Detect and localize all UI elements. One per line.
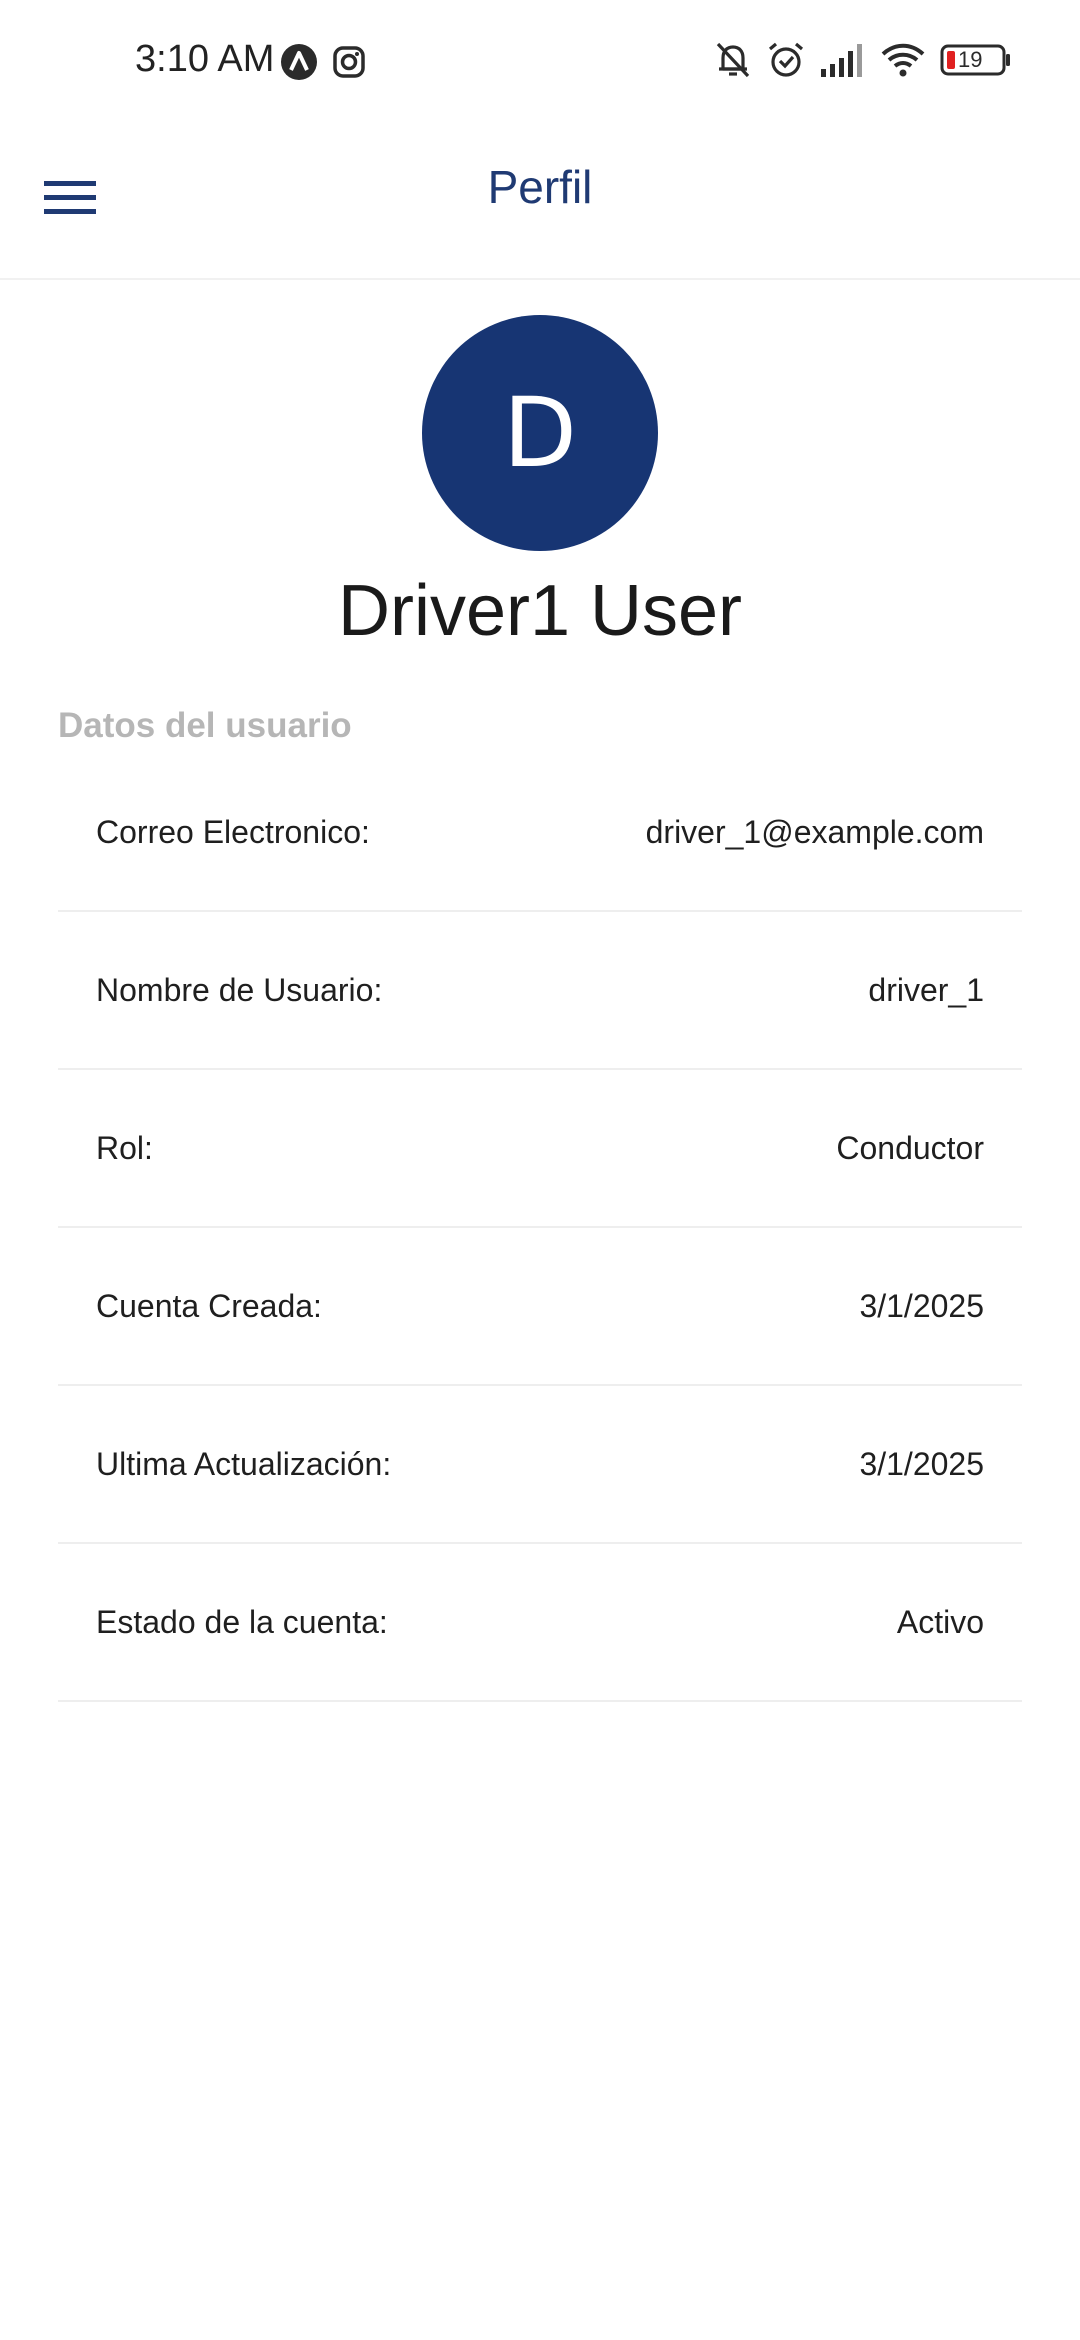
status-right-icons: 19	[714, 40, 1012, 80]
battery-level: 19	[958, 47, 983, 72]
avatar: D	[422, 315, 658, 551]
status-left-icons	[280, 43, 366, 81]
detail-row-created: Cuenta Creada: 3/1/2025	[58, 1228, 1022, 1386]
avatar-initial: D	[503, 377, 577, 489]
wifi-icon	[880, 42, 926, 78]
detail-label: Nombre de Usuario:	[96, 971, 383, 1008]
profile-screen: 3:10 AM 19 Perfil D Driver1 User Datos d…	[0, 0, 1080, 2340]
detail-row-email: Correo Electronico: driver_1@example.com	[58, 754, 1022, 912]
status-time: 3:10 AM	[135, 38, 275, 80]
instagram-icon	[332, 45, 366, 79]
battery-icon: 19	[940, 43, 1012, 77]
detail-label: Estado de la cuenta:	[96, 1603, 388, 1640]
detail-label: Correo Electronico:	[96, 813, 370, 850]
alarm-icon	[766, 40, 806, 80]
page-title: Perfil	[487, 161, 593, 213]
user-name: Driver1 User	[337, 571, 743, 651]
app-bar: Perfil	[0, 120, 1080, 280]
detail-row-username: Nombre de Usuario: driver_1	[58, 912, 1022, 1070]
detail-value: Activo	[896, 1603, 984, 1640]
bell-off-icon	[714, 40, 752, 80]
section-title: Datos del usuario	[58, 706, 352, 745]
signal-icon	[820, 42, 866, 78]
user-details-list: Correo Electronico: driver_1@example.com…	[58, 754, 1022, 1702]
detail-value: 3/1/2025	[859, 1287, 984, 1324]
app-a-icon	[280, 43, 318, 81]
detail-label: Cuenta Creada:	[96, 1287, 322, 1324]
detail-row-updated: Ultima Actualización: 3/1/2025	[58, 1386, 1022, 1544]
detail-value: driver_1@example.com	[645, 813, 984, 850]
detail-row-status: Estado de la cuenta: Activo	[58, 1544, 1022, 1702]
detail-value: driver_1	[868, 971, 984, 1008]
detail-value: 3/1/2025	[859, 1445, 984, 1482]
detail-label: Ultima Actualización:	[96, 1445, 392, 1482]
detail-label: Rol:	[96, 1129, 153, 1166]
status-bar: 3:10 AM 19	[0, 0, 1080, 120]
detail-row-role: Rol: Conductor	[58, 1070, 1022, 1228]
detail-value: Conductor	[836, 1129, 984, 1166]
